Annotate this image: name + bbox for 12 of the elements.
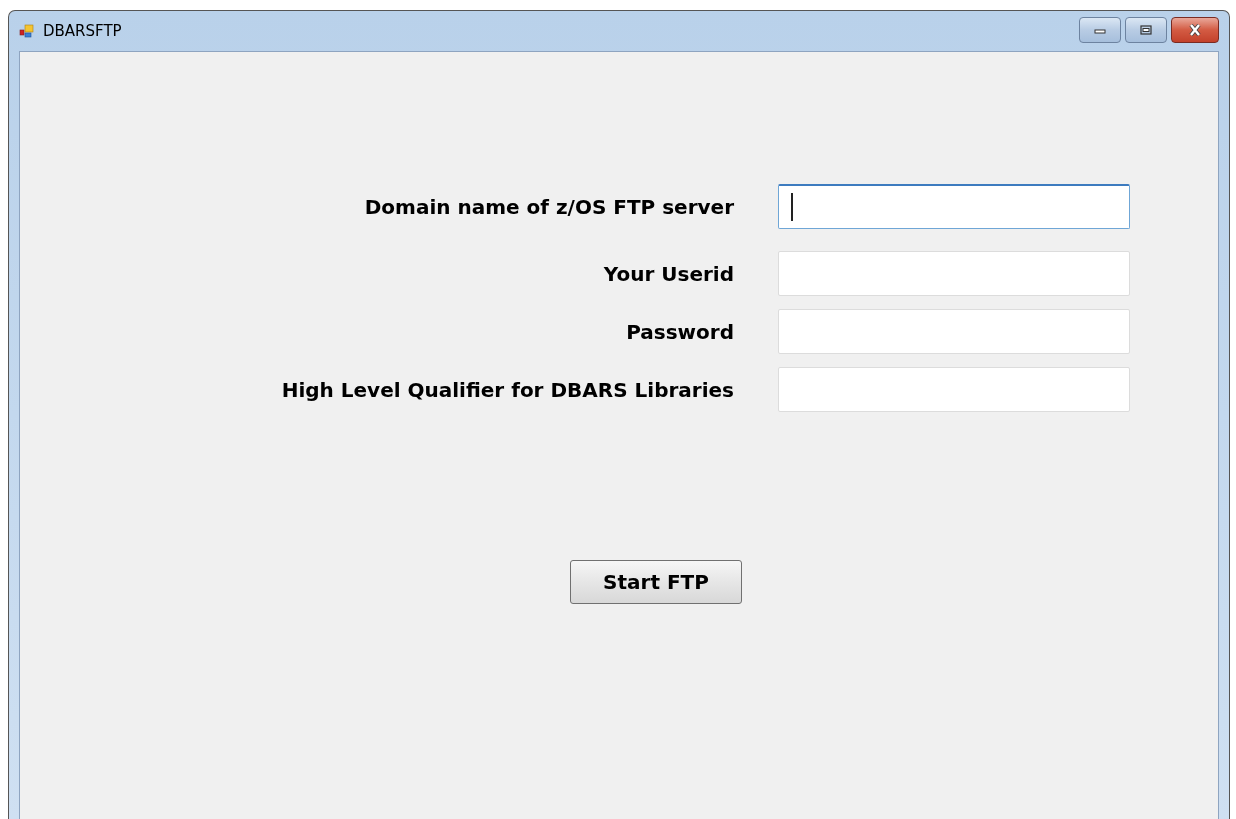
- maximize-button[interactable]: [1125, 17, 1167, 43]
- field-label: High Level Qualifier for DBARS Libraries: [281, 377, 734, 402]
- close-button[interactable]: [1171, 17, 1219, 43]
- start-button[interactable]: Start FTP: [570, 560, 742, 604]
- text-cursor: [791, 193, 793, 221]
- window-title: DBARSFTP: [43, 22, 122, 40]
- field-label: Password: [626, 319, 734, 344]
- app-icon: [19, 23, 35, 39]
- field-label: Domain name of z/OS FTP server: [364, 194, 734, 219]
- input-field[interactable]: [778, 184, 1130, 229]
- field-label: Your Userid: [603, 261, 734, 286]
- minimize-button[interactable]: [1079, 17, 1121, 43]
